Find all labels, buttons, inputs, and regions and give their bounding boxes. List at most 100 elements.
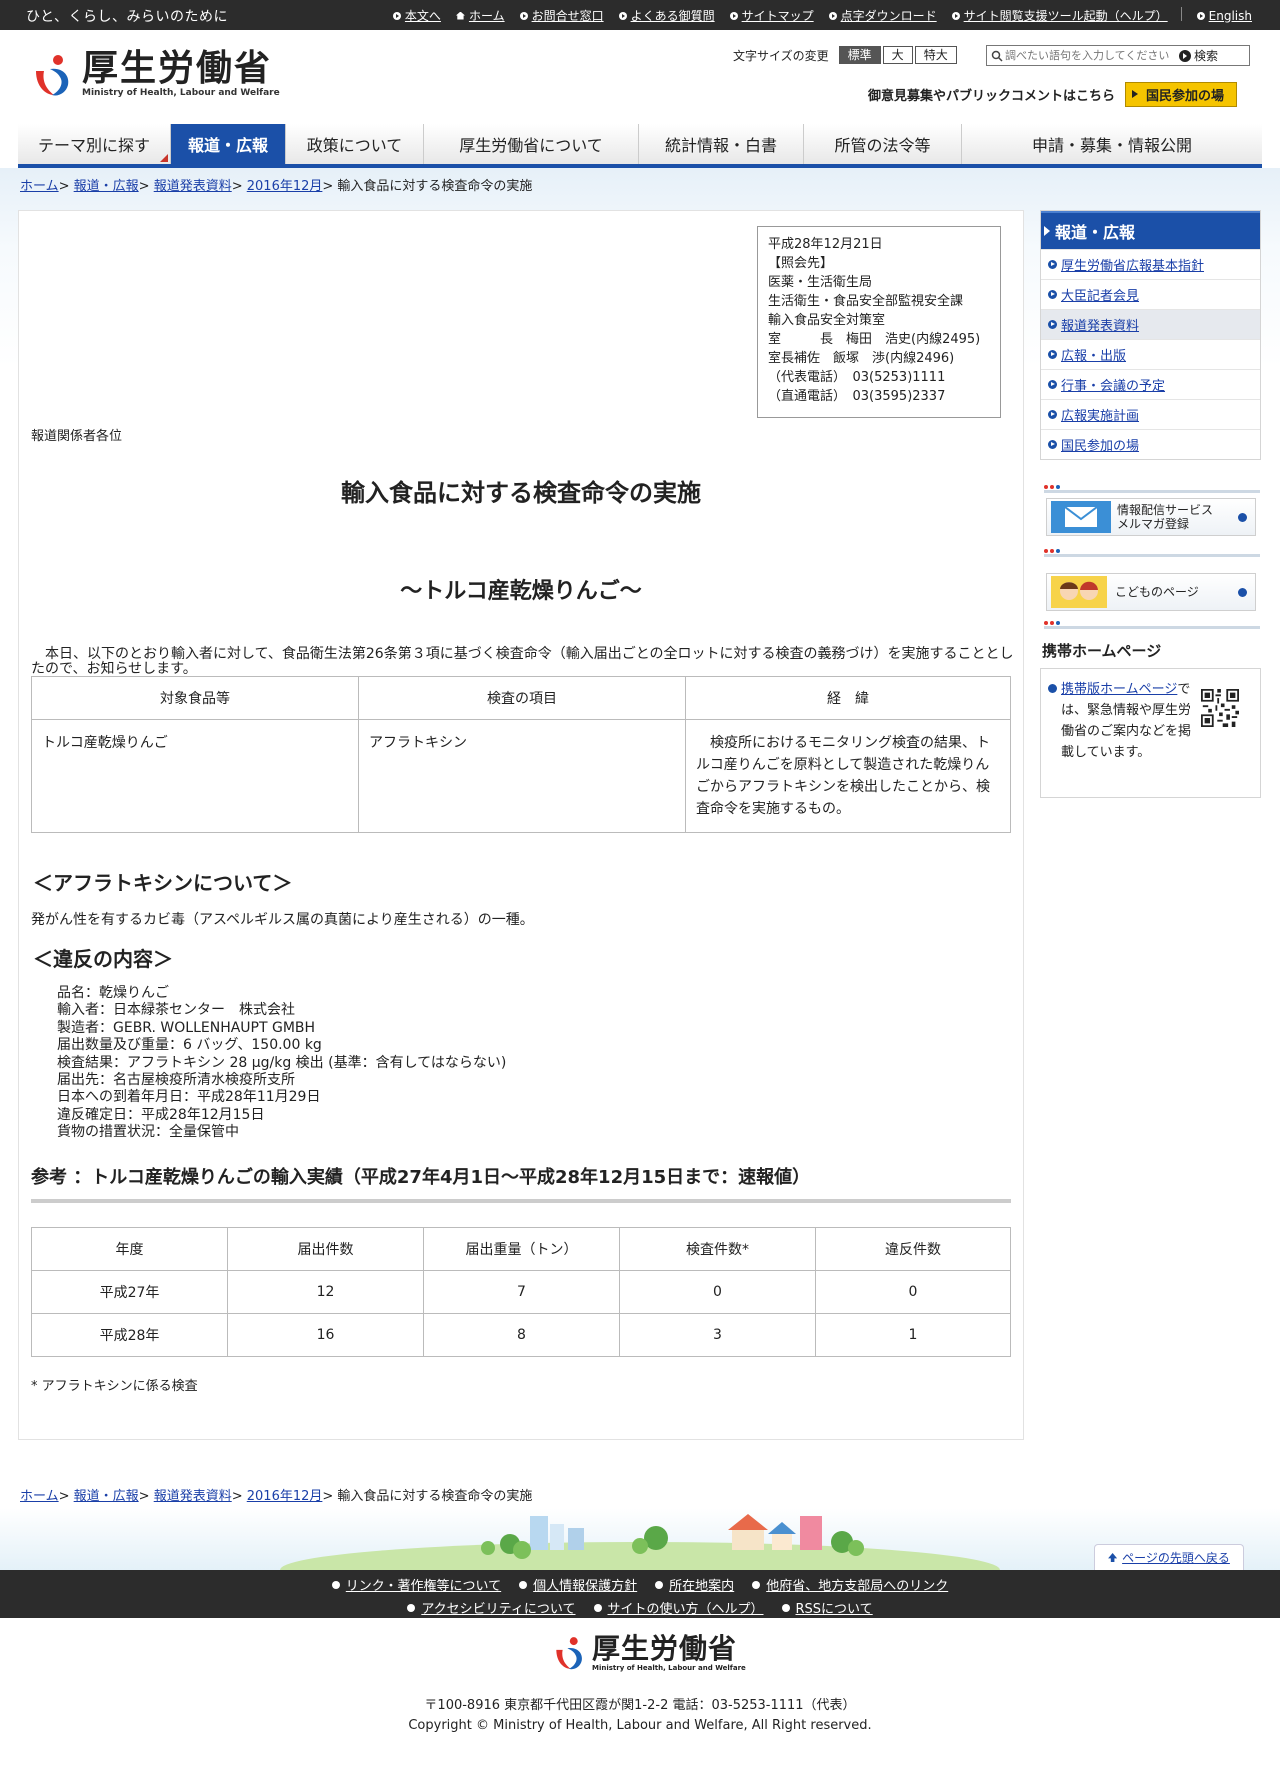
sidebar-menu: 報道・広報 厚生労働省広報基本指針 大臣記者会見 報道発表資料 広報・出版 行事… — [1040, 210, 1261, 460]
public-comment-area: 御意見募集やパブリックコメントはこちら 国民参加の場 — [868, 82, 1238, 107]
sidebar-item-minister-press[interactable]: 大臣記者会見 — [1041, 279, 1260, 309]
sidebar-heading[interactable]: 報道・広報 — [1041, 211, 1260, 249]
sidebar-item-pr-plan[interactable]: 広報実施計画 — [1041, 399, 1260, 429]
header: 厚生労働省 Ministry of Health, Labour and Wel… — [0, 30, 1280, 122]
violation-line: 品名：乾燥りんご — [57, 985, 169, 1001]
mobile-site-link[interactable]: 携帯版ホームページ — [1061, 682, 1177, 697]
kids-page-banner[interactable]: こどものページ — [1046, 573, 1256, 611]
table-cell: 3 — [619, 1313, 816, 1357]
footer-link-location[interactable]: 所在地案内 — [655, 1575, 734, 1594]
breadcrumb-press[interactable]: 報道・広報 — [74, 1489, 139, 1504]
footer-logo-text: 厚生労働省 — [592, 1632, 738, 1665]
table-header: 年度 — [31, 1227, 228, 1271]
breadcrumb-home[interactable]: ホーム — [20, 179, 59, 194]
table-header: 経 緯 — [685, 676, 1011, 720]
breadcrumb-month[interactable]: 2016年12月 — [247, 179, 323, 194]
table-header: 違反件数 — [815, 1227, 1011, 1271]
contact-link[interactable]: お問合せ窓口 — [519, 7, 604, 24]
nav-press[interactable]: 報道・広報 — [171, 124, 286, 164]
footer-link-other-ministries[interactable]: 他府省、地方支部局へのリンク — [752, 1575, 948, 1594]
breadcrumb-press[interactable]: 報道・広報 — [74, 179, 139, 194]
envelope-icon — [1051, 501, 1111, 533]
breadcrumb-home[interactable]: ホーム — [20, 1489, 59, 1504]
table-header-row: 年度 届出件数 届出重量（トン） 検査件数* 違反件数 — [31, 1227, 1011, 1271]
search-icon — [991, 50, 1003, 62]
accessibility-tool-link[interactable]: サイト閲覧支援ツール起動（ヘルプ） — [951, 7, 1168, 24]
nav-laws[interactable]: 所管の法令等 — [804, 124, 962, 164]
table-row: 平成27年 12 7 0 0 — [31, 1270, 1011, 1314]
table-cell: 0 — [815, 1270, 1011, 1314]
reference-heading: 参考 ：トルコ産乾燥りんごの輸入実績（平成27年4月1日～平成28年12月15日… — [31, 1167, 811, 1188]
font-size-xlarge-button[interactable]: 特大 — [914, 46, 957, 64]
breadcrumb: ホーム> 報道・広報> 報道発表資料> 2016年12月> 輸入食品に対する検査… — [20, 179, 533, 194]
table-cell: 平成28年 — [31, 1313, 228, 1357]
footer-link-rss[interactable]: RSSについて — [781, 1598, 873, 1617]
sidebar-item-press-releases[interactable]: 報道発表資料 — [1041, 309, 1260, 339]
nav-applications[interactable]: 申請・募集・情報公開 — [962, 124, 1262, 164]
main-content: 平成28年12月21日 【照会先】 医薬・生活衛生局 生活衛生・食品安全部監視安… — [18, 210, 1024, 1440]
banner-text: こどものページ — [1115, 585, 1199, 599]
arrow-icon — [407, 1603, 416, 1612]
breadcrumb-month[interactable]: 2016年12月 — [247, 1489, 323, 1504]
sidebar-item-participation[interactable]: 国民参加の場 — [1041, 429, 1260, 459]
arrow-icon — [781, 1603, 790, 1612]
footer-address: 〒100-8916 東京都千代田区霞が関1-2-2 電話：03-5253-111… — [0, 1696, 1280, 1736]
violation-line: 届出数量及び重量：6 バッグ、150.00 kg — [57, 1037, 322, 1054]
sidebar-item-events[interactable]: 行事・会議の予定 — [1041, 369, 1260, 399]
table-header-row: 対象食品等 検査の項目 経 緯 — [31, 676, 1011, 720]
table-header: 届出重量（トン） — [423, 1227, 620, 1271]
footer-link-accessibility[interactable]: アクセシビリティについて — [407, 1598, 576, 1617]
mail-magazine-banner[interactable]: 情報配信サービス メルマガ登録 — [1046, 498, 1256, 536]
font-size-standard-button[interactable]: 標準 — [838, 46, 881, 64]
table-header: 検査の項目 — [358, 676, 686, 720]
site-logo[interactable]: 厚生労働省 Ministry of Health, Labour and Wel… — [28, 50, 280, 99]
page-top-icon — [1108, 1553, 1118, 1562]
braille-download-link[interactable]: 点字ダウンロード — [828, 7, 937, 24]
divider — [1180, 7, 1182, 21]
faq-link[interactable]: よくある御質問 — [618, 7, 715, 24]
table-header: 対象食品等 — [31, 676, 359, 720]
footer-link-help[interactable]: サイトの使い方（ヘルプ） — [593, 1598, 764, 1617]
sidebar: 報道・広報 厚生労働省広報基本指針 大臣記者会見 報道発表資料 広報・出版 行事… — [1040, 210, 1261, 460]
nav-statistics[interactable]: 統計情報・白書 — [639, 124, 804, 164]
table-cell: アフラトキシン — [358, 719, 686, 833]
footer-illustration — [0, 1508, 1280, 1598]
page-top-button[interactable]: ページの先頭へ戻る — [1094, 1544, 1244, 1570]
table-cell: 1 — [815, 1313, 1011, 1357]
arrow-icon — [828, 11, 837, 20]
home-link[interactable]: ホーム — [455, 7, 505, 24]
home-icon — [455, 11, 465, 20]
mobile-box: 携帯版ホームページでは、緊急情報や厚生労働省のご案内などを掲載しています。 — [1040, 668, 1261, 798]
search-button[interactable]: 検索 — [1179, 47, 1218, 64]
footer-links: リンク・著作権等について 個人情報保護方針 所在地案内 他府省、地方支部局へのリ… — [0, 1570, 1280, 1618]
footer-link-privacy[interactable]: 個人情報保護方針 — [519, 1575, 637, 1594]
import-record-table: 年度 届出件数 届出重量（トン） 検査件数* 違反件数 平成27年 12 7 0… — [31, 1227, 1011, 1357]
sitemap-link[interactable]: サイトマップ — [729, 7, 814, 24]
footer-link-copyright[interactable]: リンク・著作権等について — [331, 1575, 501, 1594]
footnote: * アフラトキシンに係る検査 — [31, 1379, 198, 1394]
breadcrumb-releases[interactable]: 報道発表資料 — [154, 179, 232, 194]
search-input[interactable] — [987, 46, 1177, 65]
logo-subtext: Ministry of Health, Labour and Welfare — [82, 88, 280, 98]
copyright-text: Copyright © Ministry of Health, Labour a… — [408, 1718, 872, 1733]
table-cell: 7 — [423, 1270, 620, 1314]
violation-line: 検査結果：アフラトキシン 28 μg/kg 検出 (基準：含有してはならない) — [57, 1054, 507, 1071]
public-participation-button[interactable]: 国民参加の場 — [1125, 82, 1238, 107]
font-size-large-button[interactable]: 大 — [882, 46, 913, 64]
nav-about[interactable]: 厚生労働省について — [424, 124, 639, 164]
violation-line: 日本への到着年月日：平成28年11月29日 — [57, 1089, 321, 1106]
sidebar-item-pr-guidelines[interactable]: 厚生労働省広報基本指針 — [1041, 249, 1260, 279]
qr-code-icon — [1201, 689, 1239, 727]
divider — [1044, 621, 1260, 629]
breadcrumb-releases[interactable]: 報道発表資料 — [154, 1489, 232, 1504]
sidebar-item-publications[interactable]: 広報・出版 — [1041, 339, 1260, 369]
table-row: 平成28年 16 8 3 1 — [31, 1313, 1011, 1357]
arrow-icon — [655, 1580, 664, 1589]
skip-to-content-link[interactable]: 本文へ — [392, 7, 441, 24]
nav-themes[interactable]: テーマ別に探す — [18, 124, 171, 164]
arrow-icon — [951, 11, 960, 20]
english-link[interactable]: English — [1196, 7, 1252, 24]
violation-line: 製造者：GEBR. WOLLENHAUPT GMBH — [57, 1019, 316, 1036]
arrow-icon — [752, 1580, 761, 1589]
nav-policy[interactable]: 政策について — [286, 124, 424, 164]
